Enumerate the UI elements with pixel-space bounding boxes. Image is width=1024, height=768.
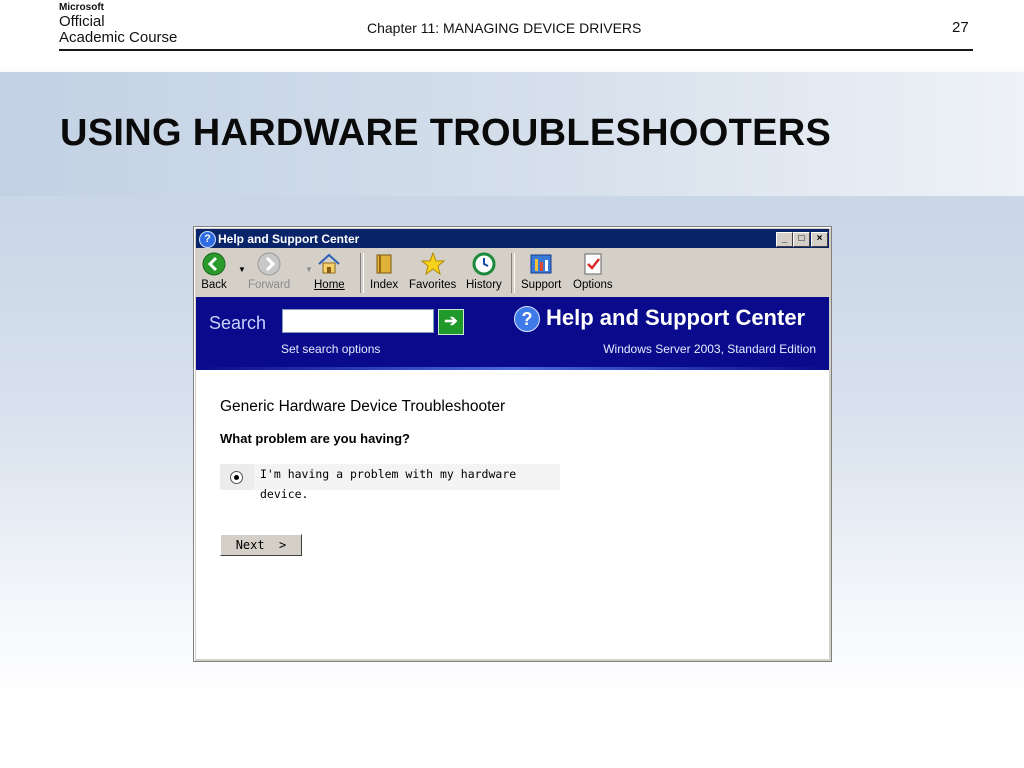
- back-dropdown-icon[interactable]: ▼: [238, 265, 246, 274]
- search-label: Search: [209, 313, 267, 333]
- favorites-label: Favorites: [409, 279, 457, 291]
- toolbar: Back ▼ Forward ▼ Home Index Favorites Hi…: [196, 249, 829, 297]
- problem-option-label[interactable]: I'm having a problem with my hardware de…: [254, 464, 560, 501]
- chapter-header: Chapter 11: MANAGING DEVICE DRIVERS: [367, 20, 642, 36]
- help-icon: ?: [199, 231, 216, 248]
- maximize-button[interactable]: □: [793, 232, 810, 247]
- index-button[interactable]: Index: [370, 251, 398, 291]
- toolbar-separator: [360, 253, 364, 293]
- back-label: Back: [201, 279, 227, 291]
- favorites-button[interactable]: Favorites: [409, 251, 456, 291]
- window-title: Help and Support Center: [218, 232, 360, 246]
- support-button[interactable]: Support: [521, 251, 561, 291]
- forward-label: Forward: [248, 279, 291, 291]
- logo-academic-course: Academic Course: [59, 29, 178, 46]
- help-icon: ?: [514, 306, 540, 333]
- back-arrow-icon: [202, 252, 226, 276]
- forward-button[interactable]: Forward: [248, 251, 290, 291]
- problem-question: What problem are you having?: [220, 431, 410, 446]
- toolbar-separator: [511, 253, 515, 293]
- home-button[interactable]: Home: [314, 251, 345, 291]
- home-icon: [318, 253, 341, 274]
- close-button[interactable]: ×: [811, 232, 828, 247]
- moac-logo: Microsoft Official Academic Course: [59, 2, 178, 46]
- forward-arrow-icon: [257, 252, 281, 276]
- banner-heading: ? Help and Support Center: [514, 305, 806, 333]
- window-titlebar[interactable]: ? Help and Support Center _ □ ×: [196, 229, 829, 248]
- banner-heading-text: Help and Support Center: [546, 305, 806, 330]
- help-support-window: ? Help and Support Center _ □ × Back ▼ F…: [193, 226, 832, 662]
- index-label: Index: [370, 279, 399, 291]
- page-number: 27: [952, 19, 969, 36]
- book-icon: [376, 254, 392, 274]
- search-input[interactable]: [282, 309, 434, 333]
- options-checklist-icon: [584, 253, 602, 275]
- content-pane: Generic Hardware Device Troubleshooter W…: [196, 370, 829, 659]
- support-icon: [530, 254, 552, 274]
- options-label: Options: [573, 279, 613, 291]
- next-button[interactable]: Next >: [220, 534, 302, 556]
- search-go-button[interactable]: ➔: [438, 309, 464, 335]
- search-banner: Search ➔ Set search options ? Help and Su…: [196, 297, 829, 367]
- star-icon: [420, 251, 446, 276]
- set-search-options-link[interactable]: Set search options: [281, 342, 380, 356]
- forward-dropdown-icon[interactable]: ▼: [305, 265, 313, 274]
- problem-radio[interactable]: [230, 471, 243, 484]
- history-button[interactable]: History: [466, 251, 502, 291]
- home-label: Home: [314, 279, 345, 291]
- back-button[interactable]: Back: [201, 251, 227, 291]
- slide-title: USING HARDWARE TROUBLESHOOTERS: [60, 112, 832, 154]
- support-label: Support: [521, 279, 562, 291]
- radio-selected-dot: [234, 475, 239, 480]
- history-icon: [472, 252, 496, 276]
- logo-official: Official: [59, 13, 105, 30]
- edition-text: Windows Server 2003, Standard Edition: [603, 342, 816, 356]
- logo-microsoft: Microsoft: [59, 2, 104, 13]
- options-button[interactable]: Options: [573, 251, 613, 291]
- minimize-button[interactable]: _: [776, 232, 793, 247]
- history-label: History: [466, 279, 502, 291]
- problem-option-row[interactable]: I'm having a problem with my hardware de…: [220, 464, 560, 501]
- troubleshooter-heading: Generic Hardware Device Troubleshooter: [220, 398, 506, 415]
- header-divider: [59, 49, 973, 51]
